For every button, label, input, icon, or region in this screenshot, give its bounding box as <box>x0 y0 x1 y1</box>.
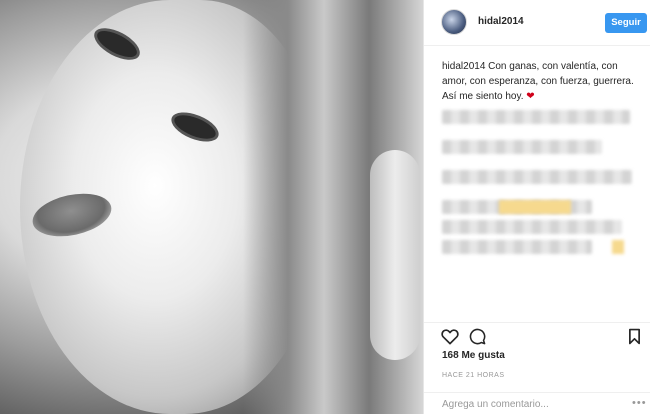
caption: hidal2014 Con ganas, con valentía, con a… <box>442 59 642 104</box>
comment-bubble-icon[interactable] <box>469 328 486 348</box>
blurred-comment <box>442 140 602 154</box>
heart-emoji: ❤ <box>526 91 535 102</box>
blurred-comment <box>442 110 630 124</box>
heart-outline-icon[interactable] <box>441 328 459 348</box>
ellipsis-icon[interactable]: ••• <box>632 397 647 409</box>
avatar[interactable] <box>441 9 467 35</box>
header-username[interactable]: hidal2014 <box>478 16 524 27</box>
action-bar <box>424 322 650 351</box>
bookmark-icon[interactable] <box>628 328 641 348</box>
blurred-highlight <box>499 200 571 214</box>
blurred-highlight <box>612 240 624 254</box>
blurred-comment <box>442 220 622 234</box>
follow-button[interactable]: Seguir <box>605 13 647 33</box>
comment-input[interactable] <box>442 399 632 410</box>
post-header: hidal2014 Seguir <box>424 0 650 46</box>
post-time: HACE 21 HORAS <box>442 372 505 379</box>
blurred-comment <box>442 170 632 184</box>
hand <box>370 150 420 360</box>
likes-count[interactable]: 168 Me gusta <box>442 350 505 361</box>
caption-username[interactable]: hidal2014 <box>442 61 485 72</box>
comment-bar: ••• <box>424 392 650 415</box>
post-photo[interactable] <box>0 0 423 414</box>
post-sidebar: hidal2014 Seguir hidal2014 Con ganas, co… <box>423 0 650 414</box>
blurred-comment <box>442 240 592 254</box>
